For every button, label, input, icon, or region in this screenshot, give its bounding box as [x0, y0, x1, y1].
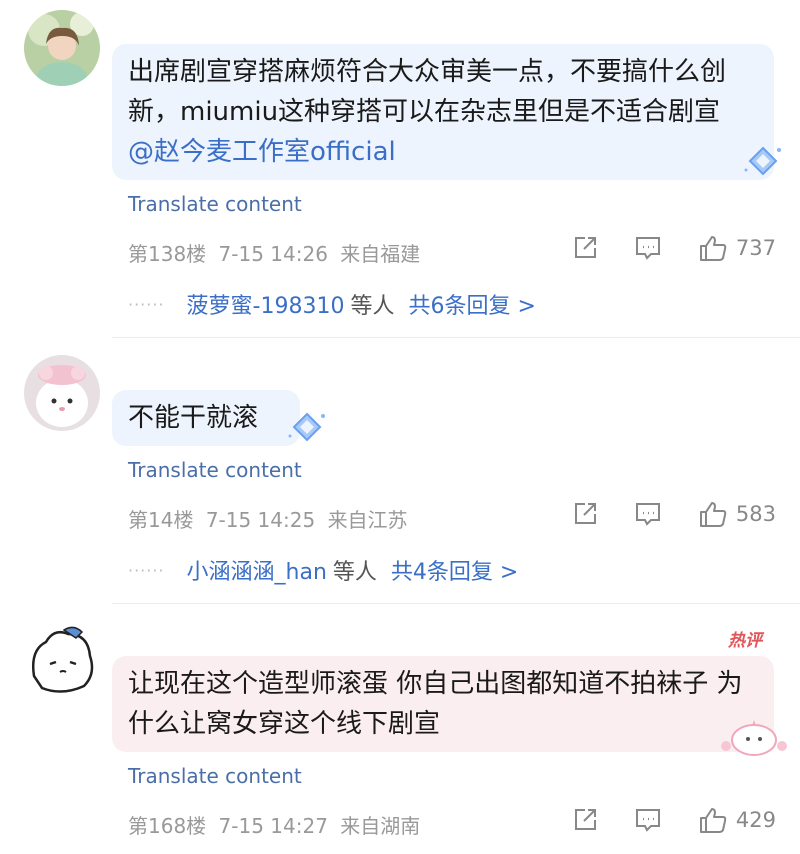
timestamp: 7-15 14:27 — [218, 814, 328, 838]
translate-link[interactable]: Translate content — [128, 764, 302, 788]
comment-meta: 第168楼 7-15 14:27 来自湖南 — [128, 810, 420, 839]
reply-summary[interactable]: ······ 菠萝蜜-198310 等人 共6条回复 > — [128, 288, 536, 320]
reply-others-label: 等人 — [350, 294, 395, 319]
comment-text-line: 让现在这个造型师滚蛋 你自己出图都知道不拍袜子 为 — [128, 669, 743, 699]
share-icon — [572, 235, 598, 261]
location: 来自湖南 — [340, 814, 421, 838]
comment-bubble: 不能干就滚 — [112, 390, 300, 446]
share-button[interactable] — [572, 501, 598, 527]
comment-button[interactable] — [634, 807, 662, 833]
comment-actions: 429 — [536, 806, 776, 834]
reply-total-link[interactable]: 共4条回复 > — [391, 554, 518, 586]
reply-dots: ······ — [128, 560, 165, 580]
like-button[interactable]: 583 — [698, 500, 776, 528]
comment-text-line: 什么让窝女穿这个线下剧宣 — [128, 709, 441, 739]
share-button[interactable] — [572, 807, 598, 833]
thumbs-up-icon — [698, 500, 728, 528]
comment-actions: 583 — [536, 500, 776, 528]
avatar[interactable] — [24, 355, 100, 431]
comment-button[interactable] — [634, 235, 662, 261]
comment-icon — [634, 501, 662, 527]
floor-number: 第138楼 — [128, 242, 207, 266]
comment-bubble: 出席剧宣穿搭麻烦符合大众审美一点，不要搞什么创 新，miumiu这种穿搭可以在杂… — [112, 44, 774, 180]
comment-actions: 737 — [536, 234, 776, 262]
thumbs-up-icon — [698, 806, 728, 834]
share-icon — [572, 807, 598, 833]
timestamp: 7-15 14:26 — [218, 242, 328, 266]
comment-text: 不能干就滚 — [128, 403, 259, 433]
like-count: 583 — [735, 502, 776, 526]
avatar[interactable] — [24, 620, 100, 696]
share-button[interactable] — [572, 235, 598, 261]
comment-meta: 第14楼 7-15 14:25 来自江苏 — [128, 504, 408, 533]
comment-meta: 第138楼 7-15 14:26 来自福建 — [128, 238, 420, 267]
like-count: 429 — [735, 808, 776, 832]
mention-link[interactable]: @赵今麦工作室official — [128, 132, 758, 172]
reply-summary[interactable]: ······ 小涵涵涵_han 等人 共4条回复 > — [128, 554, 518, 586]
thumbs-up-icon — [698, 234, 728, 262]
divider — [112, 603, 800, 604]
translate-link[interactable]: Translate content — [128, 192, 302, 216]
like-button[interactable]: 429 — [698, 806, 776, 834]
like-count: 737 — [735, 236, 776, 260]
comment-text-line: 出席剧宣穿搭麻烦符合大众审美一点，不要搞什么创 — [128, 57, 727, 87]
hot-comment-badge: 热评 — [728, 631, 762, 651]
floor-number: 第14楼 — [128, 508, 194, 532]
floor-number: 第168楼 — [128, 814, 207, 838]
translate-link[interactable]: Translate content — [128, 458, 302, 482]
reply-total-link[interactable]: 共6条回复 > — [408, 288, 535, 320]
reply-others-label: 等人 — [332, 560, 377, 585]
comment-icon — [634, 235, 662, 261]
diamond-gem-icon — [742, 144, 784, 182]
diamond-gem-icon — [286, 410, 328, 448]
divider — [112, 337, 800, 338]
comment-icon — [634, 807, 662, 833]
timestamp: 7-15 14:25 — [205, 508, 316, 532]
location: 来自江苏 — [327, 508, 408, 532]
reply-username[interactable]: 菠萝蜜-198310 — [187, 288, 345, 320]
cute-sticker-icon — [718, 716, 790, 762]
comment-button[interactable] — [634, 501, 662, 527]
like-button[interactable]: 737 — [698, 234, 776, 262]
comment-bubble: 让现在这个造型师滚蛋 你自己出图都知道不拍袜子 为 什么让窝女穿这个线下剧宣 — [112, 656, 774, 752]
reply-dots: ······ — [128, 294, 165, 314]
avatar[interactable] — [24, 10, 100, 86]
share-icon — [572, 501, 598, 527]
reply-username[interactable]: 小涵涵涵_han — [187, 554, 327, 586]
location: 来自福建 — [340, 242, 421, 266]
comment-text-line: 新，miumiu这种穿搭可以在杂志里但是不适合剧宣 — [128, 97, 721, 127]
